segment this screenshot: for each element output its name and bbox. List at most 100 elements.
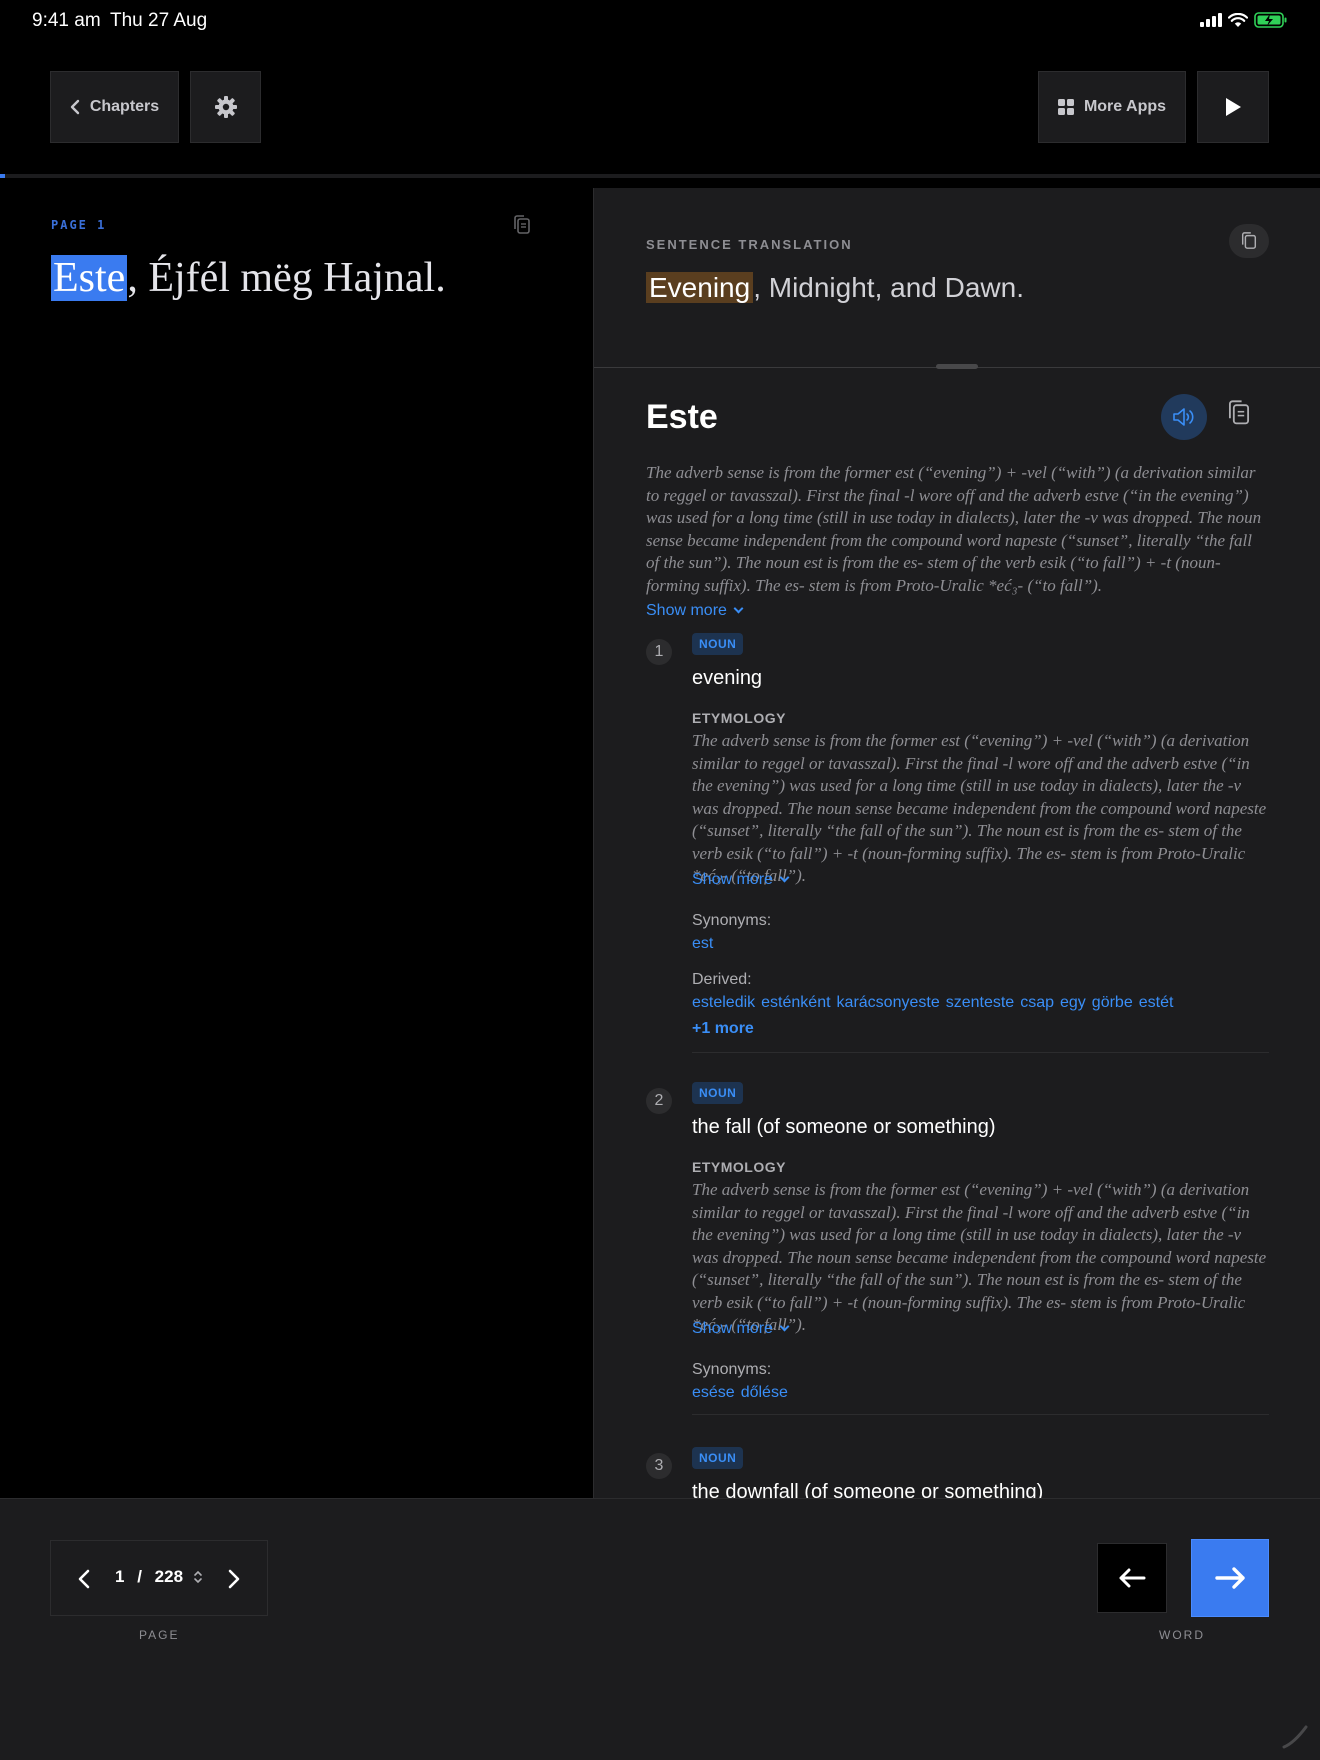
grid-icon xyxy=(1057,99,1074,115)
page-indicator[interactable]: 1 / 228 xyxy=(115,1567,183,1587)
speaker-icon xyxy=(1173,408,1194,426)
status-time: 9:41 am xyxy=(32,10,101,31)
entry-word: Este xyxy=(646,398,718,436)
pencil-hover-icon xyxy=(1282,1725,1308,1749)
show-more-label: Show more xyxy=(692,871,773,888)
pronounce-button[interactable] xyxy=(1161,394,1207,440)
arrow-left-icon xyxy=(1119,1568,1146,1588)
sense-item: 3 NOUN the downfall (of someone or somet… xyxy=(646,1447,1269,1498)
etymology-heading: ETYMOLOGY xyxy=(692,1159,786,1175)
previous-page-button[interactable] xyxy=(71,1565,97,1593)
page-label: PAGE 1 xyxy=(51,218,107,232)
arrow-right-icon xyxy=(1215,1567,1245,1589)
translation-highlight: Evening xyxy=(646,272,754,303)
page-separator: / xyxy=(137,1567,142,1586)
derived-link[interactable]: karácsonyeste xyxy=(837,994,940,1011)
word-nav-label: WORD xyxy=(1159,1628,1205,1642)
current-page: 1 xyxy=(115,1567,125,1586)
synonym-link[interactable]: dőlése xyxy=(741,1384,788,1401)
status-bar: 9:41 am Thu 27 Aug xyxy=(0,0,1320,40)
status-date: Thu 27 Aug xyxy=(110,10,208,31)
synonym-list: est xyxy=(692,935,719,953)
cellular-signal-icon xyxy=(1200,13,1222,27)
pos-badge: NOUN xyxy=(692,1082,744,1104)
chevron-left-icon xyxy=(78,1569,90,1589)
page-select-toggle[interactable] xyxy=(193,1569,203,1590)
chevron-left-icon xyxy=(70,99,80,115)
entry-etymology: The adverb sense is from the former est … xyxy=(646,463,1262,595)
divider xyxy=(692,1052,1269,1053)
resize-handle[interactable] xyxy=(936,364,978,369)
page-stepper-label: PAGE xyxy=(139,1628,180,1642)
derived-list: esteledik esténként karácsonyeste szenteste… xyxy=(692,994,1179,1012)
chevron-down-icon xyxy=(779,872,790,883)
sense-number: 3 xyxy=(646,1453,672,1479)
more-apps-button[interactable]: More Apps xyxy=(1038,71,1186,143)
sense-gloss: the fall (of someone or something) xyxy=(692,1116,996,1138)
page-stepper: 1 / 228 xyxy=(50,1540,268,1616)
derived-link[interactable]: egy xyxy=(1060,994,1086,1011)
show-more-label: Show more xyxy=(646,602,727,619)
chevron-up-down-icon xyxy=(194,1570,202,1584)
derived-link[interactable]: esteledik xyxy=(692,994,755,1011)
pos-badge: NOUN xyxy=(692,1447,744,1469)
more-derived-link[interactable]: +1 more xyxy=(692,1020,754,1038)
synonym-link[interactable]: esése xyxy=(692,1384,735,1401)
previous-word-button[interactable] xyxy=(1097,1543,1167,1613)
next-page-button[interactable] xyxy=(221,1565,247,1593)
show-more-label: Show more xyxy=(692,1320,773,1337)
sense-item: 2 NOUN the fall (of someone or something… xyxy=(646,1082,1269,1442)
derived-link[interactable]: estét xyxy=(1139,994,1174,1011)
play-button[interactable] xyxy=(1197,71,1269,143)
pos-badge: NOUN xyxy=(692,633,744,655)
sense-item: 1 NOUN evening ETYMOLOGY The adverb sens… xyxy=(646,633,1269,1053)
play-icon xyxy=(1226,98,1241,116)
copy-entry-button[interactable] xyxy=(1226,398,1252,433)
show-more-link[interactable]: Show more xyxy=(692,1320,790,1338)
translated-sentence: Evening, Midnight, and Dawn. xyxy=(646,272,1024,304)
derived-link[interactable]: csap xyxy=(1020,994,1054,1011)
synonyms-label: Synonyms: xyxy=(692,912,772,929)
chevron-right-icon xyxy=(228,1569,240,1589)
copy-page-button[interactable] xyxy=(512,214,532,241)
sense-gloss: the downfall (of someone or something) xyxy=(692,1481,1044,1498)
synonyms-label: Synonyms: xyxy=(692,1361,772,1378)
divider xyxy=(692,1414,1269,1415)
dictionary-pane: SENTENCE TRANSLATION Evening, Midnight, … xyxy=(593,188,1320,1498)
translation-label: SENTENCE TRANSLATION xyxy=(646,237,853,252)
show-more-link[interactable]: Show more xyxy=(646,602,744,620)
wifi-icon xyxy=(1228,12,1248,27)
etymology-heading: ETYMOLOGY xyxy=(692,710,786,726)
chapters-label: Chapters xyxy=(89,98,160,115)
sense-etymology: The adverb sense is from the former est … xyxy=(692,1180,1267,1334)
sense-number: 2 xyxy=(646,1088,672,1114)
synonym-link[interactable]: est xyxy=(692,935,713,952)
sense-etymology: The adverb sense is from the former est … xyxy=(692,731,1267,885)
copy-translation-button[interactable] xyxy=(1229,224,1269,258)
selected-word[interactable]: Este xyxy=(51,255,128,301)
copy-icon xyxy=(1241,232,1257,249)
settings-button[interactable] xyxy=(190,71,261,143)
total-pages: 228 xyxy=(154,1567,184,1586)
copy-icon xyxy=(1228,400,1250,425)
more-apps-label: More Apps xyxy=(1083,98,1167,115)
battery-charging-icon xyxy=(1254,12,1287,28)
derived-link[interactable]: esténként xyxy=(761,994,830,1011)
derived-link[interactable]: szenteste xyxy=(946,994,1014,1011)
sentence-rest[interactable]: , Éjfél mëg Hajnal. xyxy=(127,255,445,301)
copy-icon xyxy=(514,215,530,234)
status-icons xyxy=(1200,12,1288,28)
reading-pane: PAGE 1 Este, Éjfél mëg Hajnal. xyxy=(0,178,593,1498)
bottom-bar: 1 / 228 PAGE WORD xyxy=(0,1498,1320,1760)
translation-header: SENTENCE TRANSLATION Evening, Midnight, … xyxy=(594,188,1320,369)
translation-rest: , Midnight, and Dawn. xyxy=(753,272,1024,303)
derived-link[interactable]: görbe xyxy=(1092,994,1133,1011)
next-word-button[interactable] xyxy=(1192,1540,1268,1616)
gear-icon xyxy=(214,96,237,118)
chapters-button[interactable]: Chapters xyxy=(50,71,179,143)
show-more-link[interactable]: Show more xyxy=(692,871,790,889)
synonym-list: esése dőlése xyxy=(692,1384,794,1402)
sense-number: 1 xyxy=(646,639,672,665)
sense-gloss: evening xyxy=(692,667,763,689)
chevron-down-icon xyxy=(779,1321,790,1332)
